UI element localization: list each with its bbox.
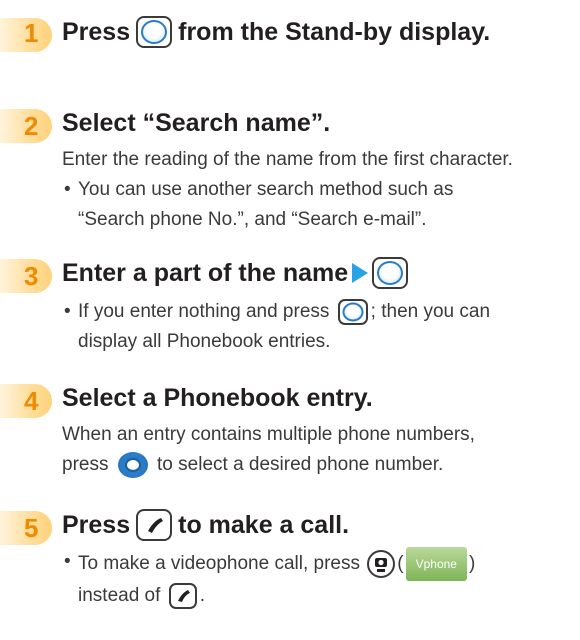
- call-key-icon: [136, 509, 173, 541]
- step-body: When an entry contains multiple phone nu…: [62, 420, 572, 480]
- bullet-text: ; then you can: [370, 301, 491, 322]
- body-line: press to select a desired phone number.: [62, 450, 572, 480]
- nav-key-ring: [342, 302, 364, 322]
- step-title-text: Press: [62, 510, 131, 539]
- bullet-line: instead of .: [78, 581, 572, 611]
- body-text: Enter the reading of the name from the f…: [62, 149, 513, 170]
- bullet-text: If you enter nothing and press: [78, 301, 330, 322]
- vphone-softkey-label: Vphone: [405, 547, 467, 581]
- step-title-text: from the Stand-by display.: [178, 17, 491, 46]
- step-number: 2: [24, 111, 39, 141]
- nav-key-ring: [124, 457, 141, 472]
- step-number: 3: [24, 261, 39, 291]
- bullet-text: .: [199, 585, 205, 606]
- step-number: 5: [24, 513, 39, 543]
- step-title-text: Enter a part of the name: [62, 258, 349, 287]
- nav-key-icon: [372, 257, 409, 289]
- body-text: When an entry contains multiple phone nu…: [62, 424, 475, 445]
- nav-lr-key-icon: [117, 451, 148, 478]
- body-text: to select a desired phone number.: [157, 454, 444, 475]
- phone-handset-icon: [148, 518, 164, 533]
- step-title: Enter a part of the name: [62, 257, 414, 289]
- bullet-line: To make a videophone call, press (Vphone…: [78, 547, 572, 581]
- step-body: If you enter nothing and press ; then yo…: [62, 297, 572, 357]
- bullet-line: If you enter nothing and press ; then yo…: [78, 297, 572, 327]
- bullet-text: instead of: [78, 585, 161, 606]
- bullet-item: If you enter nothing and press ; then yo…: [62, 297, 572, 357]
- step-number: 1: [24, 18, 39, 48]
- bullet-text: To make a videophone call, press: [78, 553, 360, 575]
- camera-icon: [375, 558, 388, 572]
- bullet-text: You can use another search method such a…: [78, 179, 454, 200]
- step-title: Press to make a call.: [62, 509, 349, 541]
- paren-close: ): [468, 553, 476, 575]
- nav-key-icon: [337, 298, 368, 325]
- body-text: press: [62, 454, 109, 475]
- step-number: 4: [24, 386, 39, 416]
- step-title-text: Press: [62, 17, 131, 46]
- nav-key-ring: [141, 20, 168, 44]
- call-key-icon: [168, 582, 197, 609]
- step-title: Select “Search name”.: [62, 109, 331, 137]
- bullet-text: display all Phonebook entries.: [78, 331, 331, 352]
- paren-open: (: [397, 553, 404, 575]
- right-arrow-icon: [352, 263, 369, 283]
- step-title: Select a Phonebook entry.: [62, 384, 373, 412]
- bullet-text: “Search phone No.”, and “Search e-mail”.: [78, 209, 427, 230]
- step-body: To make a videophone call, press (Vphone…: [62, 547, 572, 611]
- step-body: Enter the reading of the name from the f…: [62, 145, 572, 235]
- nav-key-ring: [377, 261, 404, 285]
- nav-key-icon: [136, 16, 173, 48]
- bullet-item: You can use another search method such a…: [62, 175, 572, 235]
- camera-tv-key-icon: [367, 550, 396, 578]
- phone-handset-icon: [177, 589, 190, 602]
- step-title-text: to make a call.: [178, 510, 350, 539]
- bullet-item: To make a videophone call, press (Vphone…: [62, 547, 572, 611]
- step-title: Press from the Stand-by display.: [62, 16, 490, 48]
